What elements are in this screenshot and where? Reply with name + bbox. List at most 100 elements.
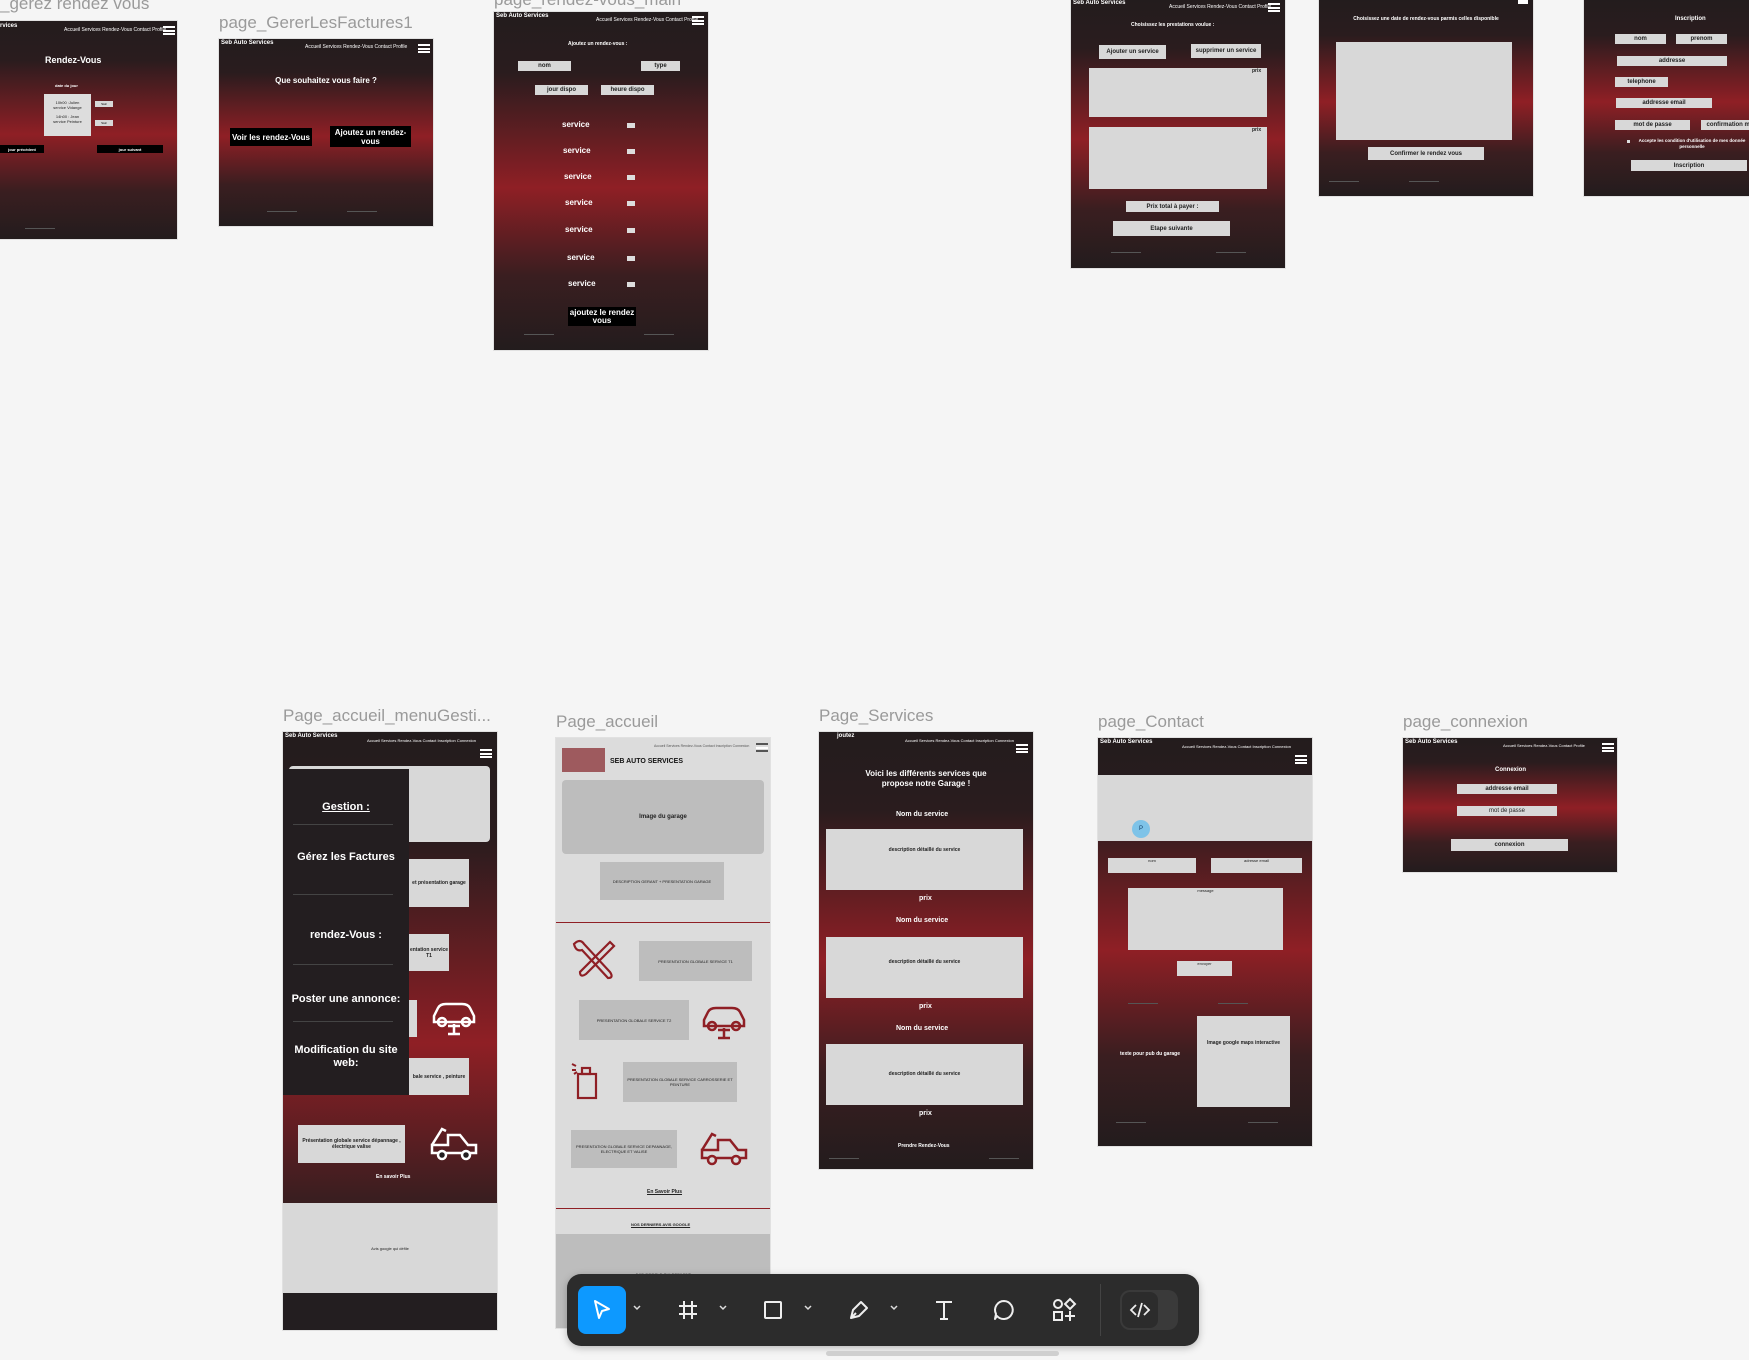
next-day-button[interactable]: jour suivant [97,145,163,153]
email-field[interactable]: adresse email [1211,858,1302,873]
confirm-password-field[interactable]: confirmation mot [1701,120,1749,130]
nav-menu[interactable]: Accueil Services Rendez-Vous Contact Ins… [367,738,476,743]
type-field[interactable]: type [641,61,680,71]
service-checkbox[interactable] [627,282,635,287]
add-appointment-button[interactable]: Ajoutez un rendez-vous [330,126,411,147]
phone-field[interactable]: telephone [1615,77,1668,87]
view-appointments-button[interactable]: Voir les rendez-Vous [230,128,312,146]
hamburger-icon[interactable] [1268,3,1280,12]
frame-label[interactable]: Page_accueil_menuGesti... [283,706,491,726]
hamburger-icon[interactable] [1295,755,1307,764]
prenom-field[interactable]: prenom [1676,34,1727,44]
text-tool-button[interactable] [920,1286,968,1334]
frame-gerez-rendez-vous[interactable]: rvices Accueil Services Rendez-Vous Cont… [0,21,177,239]
signup-button[interactable]: Inscription [1631,160,1747,171]
service-checkbox[interactable] [627,123,635,128]
frame-label[interactable]: page_GererLesFactures1 [219,13,413,33]
message-field[interactable]: message [1128,888,1283,950]
rectangle-tool-button[interactable] [749,1286,797,1334]
hamburger-icon[interactable] [480,749,492,758]
menu-appointments[interactable]: rendez-Vous : [283,929,409,941]
hamburger-icon[interactable] [418,44,430,53]
send-button[interactable]: envoyer [1177,961,1232,976]
nom-field[interactable]: nom [1615,34,1666,44]
frame-label[interactable]: Page_accueil [556,712,658,732]
frame-tool-button[interactable] [664,1286,712,1334]
service-checkbox[interactable] [627,201,635,206]
chevron-down-icon[interactable] [888,1302,900,1314]
dev-mode-toggle[interactable] [1120,1290,1178,1330]
nav-menu[interactable]: Accueil Services Rendez-Vous Contact Pro… [305,44,407,50]
password-field[interactable]: mot de passe [1457,806,1557,816]
service-slot[interactable] [1089,127,1267,189]
nav-menu[interactable]: Accueil Services Rendez-Vous Contact Pro… [1503,743,1585,748]
chevron-down-icon[interactable] [717,1302,729,1314]
hamburger-icon[interactable] [1016,744,1028,753]
hamburger-icon[interactable] [163,26,175,35]
password-field[interactable]: mot de passe [1615,120,1690,130]
frame-label[interactable]: page_connexion [1403,712,1528,732]
submit-appointment-button[interactable]: ajoutez le rendez vous [568,307,636,326]
frame-rendez-vous-main[interactable]: Seb Auto Services Accueil Services Rende… [494,12,708,350]
email-field[interactable]: addresse email [1457,784,1557,794]
remove-service-button[interactable]: supprimer un service [1191,44,1261,58]
comment-tool-button[interactable] [980,1286,1028,1334]
chevron-down-icon[interactable] [802,1302,814,1314]
menu-post-announcement[interactable]: Poster une annonce: [283,993,409,1005]
frame-choix-prestations[interactable]: Seb Auto Services Accueil Services Rende… [1071,0,1285,268]
frame-contact[interactable]: Seb Auto Services Accueil Services Rende… [1098,738,1312,1146]
service-checkbox[interactable] [627,256,635,261]
learn-more-link[interactable]: En Savoir Plus [647,1189,682,1195]
side-menu[interactable]: Gestion : Gérez les Factures rendez-Vous… [283,769,409,1095]
move-tool-button[interactable] [578,1286,626,1334]
hamburger-icon[interactable] [1518,0,1528,4]
frame-inscription[interactable]: Inscription nom prenom addresse telephon… [1584,0,1749,196]
user-avatar[interactable]: P [1132,820,1150,838]
next-step-button[interactable]: Etape suivante [1113,221,1230,236]
frame-accueil[interactable]: Accueil Services Rendez-Vous Contact Ins… [556,738,770,1328]
hamburger-icon[interactable] [1602,743,1614,752]
frame-connexion[interactable]: Seb Auto Services Accueil Services Rende… [1403,738,1617,872]
hour-field[interactable]: heure dispo [601,85,654,95]
hamburger-icon[interactable] [756,743,768,752]
login-button[interactable]: connexion [1451,839,1568,851]
service-slot[interactable] [1089,68,1267,117]
nav-menu[interactable]: Accueil Services Rendez-Vous Contact Pro… [1169,4,1271,10]
day-field[interactable]: jour dispo [535,85,588,95]
frame-gerer-les-factures[interactable]: Seb Auto Services Accueil Services Rende… [219,39,433,226]
nav-menu[interactable]: Accueil Services Rendez-Vous Contact Ins… [654,744,749,748]
view-button[interactable]: Voir [95,120,113,126]
nav-menu[interactable]: Accueil Services Rendez-Vous Contact Pro… [596,17,698,23]
service-checkbox[interactable] [627,175,635,180]
previous-day-button[interactable]: jour précédent [0,145,44,153]
menu-manage-invoices[interactable]: Gérez les Factures [283,851,409,863]
menu-edit-website[interactable]: Modification du site web: [283,1044,409,1070]
nav-menu[interactable]: Accueil Services Rendez-Vous Contact Ins… [905,738,1014,743]
actions-tool-button[interactable] [1040,1286,1088,1334]
name-field[interactable]: nom [1108,858,1196,873]
name-field[interactable]: nom [518,61,571,71]
nav-menu[interactable]: Accueil Services Rendez-Vous Contact Ins… [1182,744,1291,749]
hamburger-icon[interactable] [692,16,704,25]
email-field[interactable]: addresse email [1616,98,1712,108]
service-checkbox[interactable] [627,228,635,233]
calendar-area[interactable] [1336,42,1512,140]
learn-more-link[interactable]: En savoir Plus [376,1174,410,1180]
nav-menu[interactable]: Accueil Services Rendez-Vous Contact Pro… [64,27,166,33]
address-field[interactable]: addresse [1617,56,1727,66]
add-service-button[interactable]: Ajouter un service [1099,45,1166,59]
frame-accueil-menu-gestion[interactable]: Seb Auto Services Accueil Services Rende… [283,732,497,1330]
service-checkbox[interactable] [627,149,635,154]
view-button[interactable]: Voir [95,101,113,107]
book-appointment-link[interactable]: Prendre Rendez-Vous [898,1143,950,1149]
frame-services[interactable]: joutez Accueil Services Rendez-Vous Cont… [819,732,1033,1169]
pen-tool-button[interactable] [835,1286,883,1334]
google-map[interactable]: Image google maps interactive [1197,1016,1290,1107]
confirm-appointment-button[interactable]: Confirmer le rendez vous [1368,147,1484,160]
frame-label[interactable]: _gerez rendez vous [0,0,149,14]
frame-label[interactable]: page_Contact [1098,712,1204,732]
frame-label[interactable]: Page_Services [819,706,933,726]
frame-label[interactable]: page_rendez-vous_main [494,0,681,10]
frame-choix-date[interactable]: Choisissez une date de rendez-vous parmi… [1319,0,1533,196]
chevron-down-icon[interactable] [631,1302,643,1314]
